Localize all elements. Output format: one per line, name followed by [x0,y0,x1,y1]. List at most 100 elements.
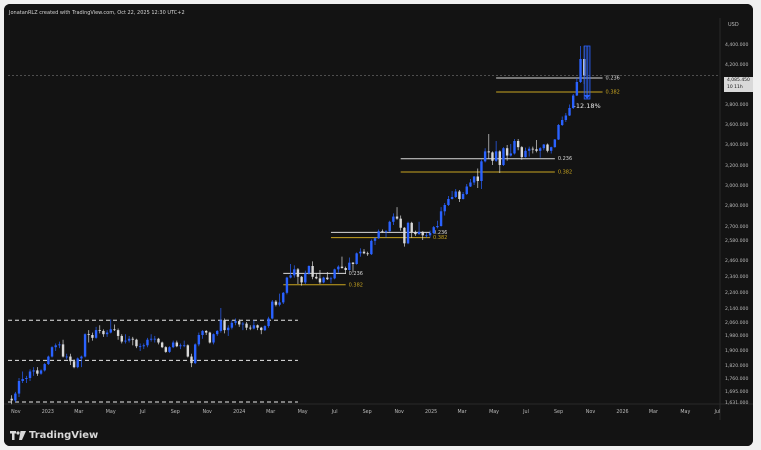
chart-background [4,4,753,446]
candle-body [91,335,94,338]
candle-body [505,148,509,156]
candle-body [65,356,68,358]
candle [285,276,289,295]
price-axis-label: 3,000.000 [725,183,748,189]
time-axis-label: 2025 [425,409,437,415]
candle-body [105,332,109,335]
candle-body [138,346,142,348]
candle-body [432,227,435,233]
candle-body [43,364,46,371]
candle-body [483,151,487,162]
candle-body [370,240,373,255]
tradingview-logo-icon [10,431,26,440]
candle-body [182,345,186,347]
candle-body [160,342,164,348]
time-axis-label: Mar [458,409,467,415]
candle-body [204,330,208,333]
candle-body [193,344,197,364]
price-axis-label: 3,800.000 [725,102,748,108]
candle-body [131,338,134,340]
candle-body [502,148,505,165]
candle-body [201,330,204,335]
price-axis-label: 2,340.000 [725,274,748,280]
candle [193,343,197,365]
candle-body [487,151,490,153]
candle-body [560,120,564,125]
candle-body [238,321,241,325]
candle-body [135,339,138,347]
candle-body [289,275,292,278]
candle [83,333,87,358]
candle-body [80,356,83,359]
candle-body [171,342,175,348]
candle-body [127,338,131,341]
price-axis-label: 2,580.000 [725,238,748,244]
candle-body [50,347,54,357]
candle-body [395,216,399,219]
candle-body [531,148,535,150]
time-axis-label: 2024 [233,409,245,415]
candle-body [381,231,384,233]
time-axis-label: Jul [331,409,338,415]
candle [50,346,54,358]
candle-body [28,371,32,378]
candle-body [333,269,336,279]
candle [557,124,560,140]
candle-body [439,211,443,226]
candle-body [399,218,402,228]
candle [513,139,516,155]
candle-body [190,356,193,364]
candle-body [267,318,270,327]
candle-body [274,301,278,305]
candle [553,139,557,148]
candle-body [384,231,388,233]
candle-body [392,216,395,222]
candle-body [509,153,513,156]
candle-body [54,345,57,348]
candle-body [417,231,421,235]
fib-0382-label: 0.382 [606,90,620,96]
price-axis-label: 1,900.000 [725,348,748,354]
candle [168,346,171,353]
candle-body [120,335,123,342]
current-price-tag: 4,085.450 10 11h [724,77,753,92]
price-axis-label: 1,820.000 [725,363,748,369]
candle [388,220,391,232]
candle-body [450,197,454,199]
candle-body [230,322,234,328]
candle-body [14,393,17,401]
candle-body [87,334,90,335]
candle-body [142,345,145,347]
price-axis-label: 2,060.000 [725,320,748,326]
candle-body [153,338,157,340]
price-axis-label: 1,760.000 [725,376,748,382]
candle-body [116,330,120,336]
candle [160,341,164,349]
candle-body [311,266,314,277]
chart-canvas[interactable]: 4,400.0004,200.0004,000.0003,800.0003,60… [4,4,753,446]
candle-body [553,139,557,148]
time-axis-label: Mar [74,409,83,415]
candle-body [215,330,219,335]
price-axis-label: 3,400.000 [725,142,748,148]
candle-body [109,329,112,333]
candle-body [39,370,43,374]
time-axis-label: Nov [586,409,596,415]
candle-body [61,344,65,357]
candle-body [575,82,579,96]
candle [432,226,435,235]
price-axis-label: 4,400.000 [725,42,748,48]
candle-body [359,251,362,254]
time-axis-label: Sep [363,409,372,415]
candle-body [296,269,300,277]
candle-body [149,338,153,340]
candle-body [498,151,501,165]
chart-frame: 4,400.0004,200.0004,000.0003,800.0003,60… [4,4,753,446]
attribution-text: JonatanRLZ created with TradingView.com,… [9,10,185,16]
tradingview-logo[interactable]: TradingView [10,430,98,441]
candle-body [579,59,582,82]
candle-body [263,326,267,331]
candle-body [69,356,72,362]
candle-body [373,238,377,241]
candle-body [377,231,380,239]
